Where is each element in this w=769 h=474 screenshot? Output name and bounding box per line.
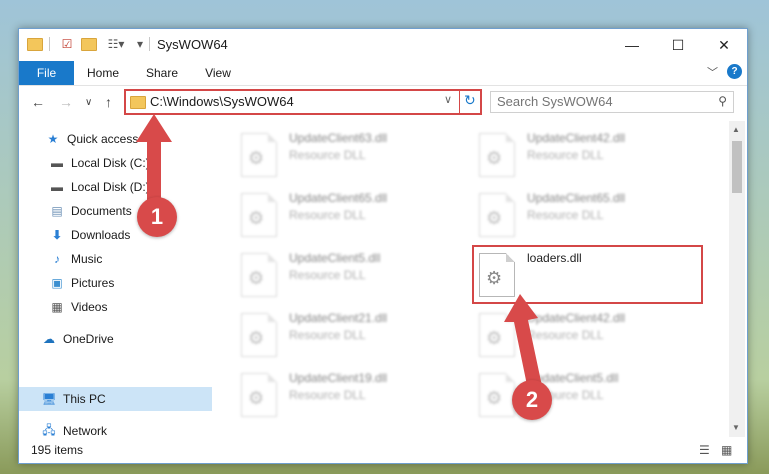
computer-icon: 🖥	[41, 392, 57, 406]
sidebar-item-onedrive[interactable]: ☁ OneDrive	[19, 327, 234, 351]
music-icon: ♪	[54, 252, 60, 266]
step-badge-2: 2	[512, 380, 552, 420]
folder-icon	[27, 36, 43, 52]
file-type: Resource DLL	[289, 148, 366, 162]
address-path[interactable]: C:\Windows\SysWOW64	[150, 94, 294, 109]
tab-file[interactable]: File	[19, 61, 74, 85]
up-arrow-icon[interactable]: ↑	[105, 94, 112, 110]
dll-file-icon: ⚙	[241, 313, 277, 357]
search-input[interactable]	[497, 94, 702, 109]
maximize-button[interactable]: ☐	[655, 29, 701, 61]
file-name: UpdateClient19.dll	[289, 371, 388, 385]
file-name: UpdateClient65.dll	[289, 191, 388, 205]
divider	[49, 37, 50, 51]
search-box[interactable]: ⚲	[490, 91, 734, 113]
disk-icon: ▬	[51, 156, 63, 170]
file-type: Resource DLL	[289, 388, 366, 402]
tab-home[interactable]: Home	[81, 61, 125, 85]
sidebar-item-videos[interactable]: ▦ Videos 📌	[19, 295, 242, 319]
sidebar-item-quick-access[interactable]: ★ Quick access	[19, 127, 238, 151]
file-name: UpdateClient21.dll	[289, 311, 388, 325]
status-bar: 195 items ☰ ▦	[19, 437, 747, 463]
file-type: Resource DLL	[289, 268, 366, 282]
file-tile[interactable]: ⚙ UpdateClient65.dll Resource DLL	[241, 189, 471, 245]
sidebar-item-label: This PC	[63, 392, 106, 406]
window-title: SysWOW64	[157, 37, 228, 52]
quick-access-dropdown-icon[interactable]: ▾	[132, 36, 148, 52]
title-bar: ☑ ☷▾ ▾ SysWOW64 — ☐ ✕	[19, 29, 747, 61]
navigation-pane: ★ Quick access ▬ Local Disk (C:) 📌 ▬ Loc…	[19, 121, 238, 438]
pictures-icon: ▣	[51, 276, 63, 290]
search-icon[interactable]: ⚲	[718, 94, 727, 108]
large-icons-view-icon[interactable]: ▦	[721, 443, 732, 457]
sidebar-item-label: Documents	[71, 204, 132, 218]
dll-file-icon: ⚙	[241, 253, 277, 297]
recent-locations-icon[interactable]: ∨	[85, 97, 92, 108]
file-type: Resource DLL	[289, 328, 366, 342]
file-name: UpdateClient65.dll	[527, 191, 626, 205]
file-tile[interactable]: ⚙ UpdateClient19.dll Resource DLL	[241, 369, 471, 425]
dll-file-icon: ⚙	[241, 373, 277, 417]
sidebar-item-pictures[interactable]: ▣ Pictures 📌	[19, 271, 242, 295]
back-arrow-icon[interactable]: ←	[31, 94, 45, 110]
star-icon: ★	[47, 132, 59, 146]
scroll-up-icon[interactable]: ▲	[732, 125, 740, 134]
sidebar-item-label: OneDrive	[63, 332, 114, 346]
dll-file-icon: ⚙	[241, 193, 277, 237]
disk-icon: ▬	[51, 180, 63, 194]
sidebar-item-label: Network	[63, 424, 108, 438]
refresh-icon[interactable]: ↻	[464, 92, 476, 109]
sidebar-item-label: Music	[71, 252, 103, 266]
file-tile[interactable]: ⚙ UpdateClient63.dll Resource DLL	[241, 129, 471, 185]
file-tile[interactable]: ⚙ UpdateClient5.dll Resource DLL	[241, 249, 471, 305]
file-tile[interactable]: ⚙ UpdateClient65.dll Resource DLL	[479, 189, 709, 245]
help-icon[interactable]: ?	[727, 64, 742, 79]
file-type: Resource DLL	[527, 208, 604, 222]
divider	[459, 91, 460, 113]
vertical-scrollbar[interactable]: ▲ ▼	[729, 121, 745, 437]
file-tile[interactable]: ⚙ UpdateClient21.dll Resource DLL	[241, 309, 471, 365]
file-name: UpdateClient42.dll	[527, 131, 626, 145]
tab-view[interactable]: View	[199, 61, 237, 85]
file-tile[interactable]: ⚙ UpdateClient42.dll Resource DLL	[479, 129, 709, 185]
new-folder-icon[interactable]	[81, 36, 97, 52]
file-name: UpdateClient63.dll	[289, 131, 388, 145]
sidebar-item-label: Videos	[71, 300, 108, 314]
dll-file-icon: ⚙	[241, 133, 277, 177]
address-dropdown-icon[interactable]: ∨	[444, 93, 452, 106]
divider	[149, 37, 150, 51]
details-view-icon[interactable]: ☰	[699, 443, 710, 457]
minimize-button[interactable]: —	[609, 29, 655, 61]
scrollbar-thumb[interactable]	[732, 141, 742, 193]
sidebar-item-this-pc[interactable]: 🖥 This PC	[19, 387, 212, 411]
cloud-icon: ☁	[43, 332, 55, 346]
dll-file-icon: ⚙	[479, 133, 515, 177]
ribbon-tabs: File Home Share View ﹀ ?	[19, 61, 747, 86]
arrow-up-icon	[504, 294, 542, 390]
folder-icon	[130, 96, 146, 109]
videos-icon: ▦	[51, 300, 63, 314]
file-type: Resource DLL	[527, 148, 604, 162]
properties-icon[interactable]: ☑	[59, 36, 75, 52]
sidebar-item-music[interactable]: ♪ Music 📌	[19, 247, 242, 271]
step-badge-1: 1	[137, 197, 177, 237]
scroll-down-icon[interactable]: ▼	[732, 423, 740, 432]
download-icon: ⬇	[51, 228, 63, 242]
document-icon: ▤	[51, 204, 63, 218]
sidebar-item-label: Pictures	[71, 276, 115, 290]
file-name: UpdateClient5.dll	[289, 251, 381, 265]
tab-share[interactable]: Share	[139, 61, 185, 85]
file-type: Resource DLL	[289, 208, 366, 222]
forward-arrow-icon[interactable]: →	[59, 94, 73, 110]
sidebar-item-label: Quick access	[67, 132, 139, 146]
navigation-bar: ← → ∨ ↑ C:\Windows\SysWOW64 ∨ ↻ ⚲	[19, 86, 747, 120]
expand-ribbon-icon[interactable]: ﹀	[707, 64, 718, 80]
sidebar-item-label: Downloads	[71, 228, 131, 242]
dll-file-icon: ⚙	[479, 193, 515, 237]
sidebar-item-downloads[interactable]: ⬇ Downloads 📌	[19, 223, 242, 247]
item-count: 195 items	[31, 443, 84, 457]
close-button[interactable]: ✕	[701, 29, 747, 61]
customize-toolbar-icon[interactable]: ☷▾	[103, 36, 129, 52]
